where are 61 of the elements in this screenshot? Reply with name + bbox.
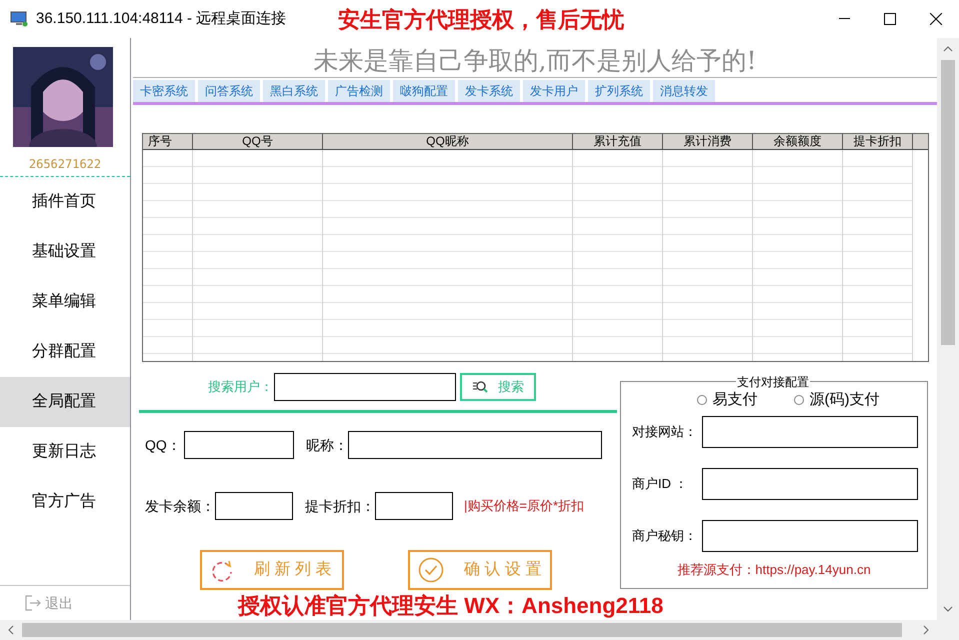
column-header[interactable]: 累计消费 — [663, 134, 753, 149]
nickname-field[interactable] — [348, 431, 602, 459]
price-hint: |购买价格=原价*折扣 — [464, 497, 584, 516]
search-icon — [472, 380, 488, 394]
maximize-icon — [884, 13, 896, 25]
payment-field-label: 商户秘钥： — [632, 526, 698, 545]
qq-field[interactable] — [184, 431, 294, 459]
discount-field[interactable] — [375, 492, 453, 520]
nickname-label: 昵称： — [306, 436, 348, 454]
qq-label: QQ： — [145, 436, 181, 455]
column-header[interactable]: 余额额度 — [753, 134, 843, 149]
column-header[interactable]: QQ号 — [193, 134, 323, 149]
column-header[interactable]: QQ昵称 — [323, 134, 573, 149]
tab[interactable]: 卡密系统 — [133, 80, 195, 102]
promo-text: 授权认准官方代理安生 WX：Ansheng2118 — [236, 592, 664, 620]
column-header[interactable]: 提卡折扣 — [843, 134, 913, 149]
tab[interactable]: 问答系统 — [198, 80, 260, 102]
window-title: 36.150.111.104:48114 - 远程桌面连接 — [36, 8, 286, 29]
search-field[interactable] — [274, 373, 456, 401]
tab[interactable]: 广告检测 — [328, 80, 390, 102]
payment-field-label: 商户ID ： — [632, 474, 689, 493]
scroll-up-icon — [943, 46, 953, 52]
vertical-scrollbar[interactable] — [937, 38, 959, 620]
radio-button[interactable] — [696, 395, 706, 406]
tab[interactable]: 消息转发 — [653, 80, 715, 102]
account-number: 2656271622 — [28, 156, 102, 173]
monitor-icon — [10, 11, 28, 27]
balance-label: 发卡余额： — [145, 496, 215, 516]
discount-label: 提卡折扣： — [305, 496, 375, 516]
tab[interactable]: 发卡系统 — [458, 80, 520, 102]
balance-field[interactable] — [215, 492, 293, 520]
sidebar-item[interactable]: 全局配置 — [0, 377, 130, 427]
payment-field-label: 对接网站： — [632, 422, 698, 441]
tab[interactable]: 扩列系统 — [588, 80, 650, 102]
radio-button[interactable] — [794, 395, 804, 406]
scroll-thumb[interactable] — [22, 623, 902, 637]
payment-field[interactable] — [702, 416, 918, 448]
search-label: 搜索用户： — [208, 378, 273, 396]
promo-text: 安生官方代理授权，售后无忧 — [338, 6, 624, 34]
refresh-icon — [210, 558, 234, 582]
logout-icon — [25, 595, 41, 611]
radio-option[interactable]: 易支付 — [696, 389, 758, 412]
close-icon — [930, 13, 942, 25]
minimize-icon — [838, 18, 850, 20]
payment-field[interactable] — [702, 520, 918, 552]
horizontal-scrollbar[interactable] — [0, 620, 959, 640]
payment-field[interactable] — [702, 468, 918, 500]
scroll-right-icon — [923, 625, 929, 635]
radio-option[interactable]: 源(码)支付 — [794, 389, 880, 412]
tab[interactable]: 黑白系统 — [263, 80, 325, 102]
column-header[interactable]: 序号 — [143, 134, 193, 149]
payment-note: 推荐源支付：https://pay.14yun.cn — [676, 560, 872, 579]
check-circle-icon — [418, 557, 444, 583]
tab[interactable]: 啵狗配置 — [393, 80, 455, 102]
scroll-down-icon — [943, 606, 953, 612]
column-header[interactable]: 累计充值 — [573, 134, 663, 149]
scroll-thumb[interactable] — [941, 60, 955, 345]
payment-group-title: 支付对接配置 — [736, 373, 810, 391]
slogan: 未来是靠自己争取的,而不是别人给予的! — [133, 38, 937, 78]
scroll-left-icon — [8, 625, 14, 635]
tab[interactable]: 发卡用户 — [523, 80, 585, 102]
